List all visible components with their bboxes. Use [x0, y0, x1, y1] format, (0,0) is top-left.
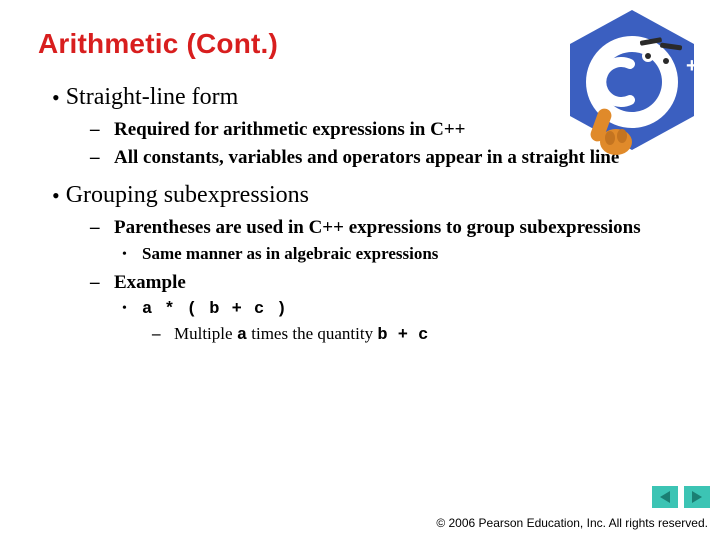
- bullet-level3: • a * ( b + c ): [122, 299, 672, 320]
- bullet-text: Same manner as in algebraic expressions: [142, 243, 438, 264]
- bullet-text: Example: [114, 271, 672, 295]
- code-inline: a: [237, 326, 247, 345]
- cpp-logo: ++: [558, 4, 706, 169]
- dash-icon: –: [90, 216, 108, 240]
- bullet-level2: – Example: [90, 271, 672, 295]
- nav-buttons: [652, 486, 710, 508]
- dash-icon: –: [90, 146, 108, 170]
- bullet-level1: • Grouping subexpressions – Parentheses …: [52, 180, 682, 347]
- bullet-text: Straight-line form: [66, 82, 239, 112]
- prev-button[interactable]: [652, 486, 678, 508]
- mini-dot-icon: •: [122, 246, 136, 264]
- next-button[interactable]: [684, 486, 710, 508]
- bullet-text: Multiple a times the quantity b + c: [174, 323, 428, 347]
- svg-text:++: ++: [686, 55, 706, 77]
- triangle-left-icon: [659, 490, 671, 504]
- mini-dot-icon: •: [122, 300, 136, 318]
- dash-icon: –: [90, 118, 108, 142]
- bullet-level2: – Parentheses are used in C++ expression…: [90, 216, 672, 240]
- bullet-dot-icon: •: [52, 87, 60, 109]
- triangle-right-icon: [691, 490, 703, 504]
- text-fragment: Multiple: [174, 324, 237, 343]
- copyright-text: © 2006 Pearson Education, Inc. All right…: [436, 516, 708, 530]
- text-fragment: times the quantity: [247, 324, 377, 343]
- bullet-level4: – Multiple a times the quantity b + c: [152, 323, 672, 347]
- bullet-text: Parentheses are used in C++ expressions …: [114, 216, 672, 240]
- bullet-text: Grouping subexpressions: [66, 180, 309, 210]
- code-inline: b + c: [377, 326, 428, 345]
- bullet-dot-icon: •: [52, 185, 60, 207]
- dash-icon: –: [152, 323, 168, 345]
- bullet-level3: • Same manner as in algebraic expression…: [122, 243, 672, 265]
- dash-icon: –: [90, 271, 108, 295]
- code-expression: a * ( b + c ): [142, 299, 288, 320]
